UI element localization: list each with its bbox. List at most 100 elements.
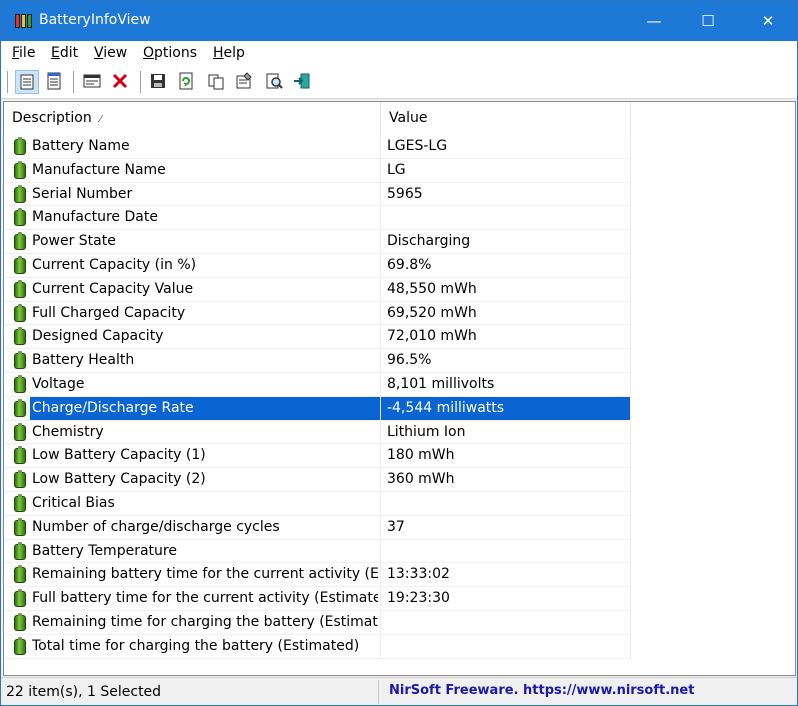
battery-icon [14, 255, 26, 274]
table-row[interactable]: Remaining battery time for the current a… [4, 563, 795, 588]
row-value: LG [387, 161, 406, 178]
exit-icon[interactable] [291, 70, 315, 94]
table-row[interactable]: Full battery time for the current activi… [4, 587, 795, 611]
table-row[interactable]: Battery Name LGES-LG [4, 135, 795, 159]
title-bar[interactable]: BatteryInfoView — ☐ ✕ [1, 1, 797, 41]
row-column-divider [380, 444, 381, 469]
row-value: 19:23:30 [387, 590, 450, 607]
copy-icon[interactable] [205, 70, 229, 94]
row-value [387, 540, 627, 564]
find-icon[interactable] [263, 70, 287, 94]
row-value: 13:33:02 [387, 566, 450, 583]
row-value: 5965 [387, 185, 423, 202]
battery-icon [14, 232, 26, 251]
row-column-divider [630, 301, 631, 326]
column-value[interactable]: Value [381, 102, 630, 135]
row-description: Remaining battery time for the current a… [32, 566, 378, 583]
row-value: 8,101 millivolts [387, 375, 495, 392]
row-value: LGES-LG [387, 138, 448, 154]
battery-icon [14, 517, 26, 536]
row-value [387, 206, 627, 230]
table-row[interactable]: Battery Temperature [4, 539, 795, 564]
row-value: 37 [387, 518, 405, 535]
column-header: Description ⁄ Value [4, 102, 795, 135]
table-row[interactable]: Manufacture Name LG [4, 158, 795, 183]
app-window: BatteryInfoView — ☐ ✕ File Edit View Opt… [0, 0, 798, 706]
row-column-divider [380, 563, 381, 588]
maximize-button[interactable]: ☐ [685, 1, 731, 41]
battery-icon [14, 541, 26, 560]
row-description: Designed Capacity [32, 328, 164, 345]
table-row[interactable]: Chemistry Lithium Ion [4, 420, 795, 445]
html-report-icon[interactable] [81, 70, 105, 94]
column-description[interactable]: Description ⁄ [4, 102, 380, 135]
column-divider[interactable] [630, 102, 631, 135]
table-row[interactable]: Current Capacity (in %) 69.8% [4, 253, 795, 278]
row-description: Manufacture Name [32, 161, 166, 178]
row-description: Battery Health [32, 352, 135, 369]
battery-icon [14, 137, 26, 155]
table-row[interactable]: Designed Capacity 72,010 mWh [4, 325, 795, 350]
close-button[interactable]: ✕ [745, 1, 791, 41]
row-description: Battery Temperature [32, 542, 177, 559]
table-row[interactable]: Battery Health 96.5% [4, 349, 795, 373]
delete-icon[interactable] [109, 70, 133, 94]
menu-help[interactable]: Help [213, 45, 245, 61]
row-column-divider [380, 634, 381, 659]
row-value: 180 mWh [387, 447, 455, 464]
row-description: Full battery time for the current activi… [32, 590, 378, 607]
battery-info-list[interactable]: Description ⁄ Value Battery Name LGES-LG Ma… [3, 101, 796, 676]
row-value [387, 635, 627, 659]
row-column-divider [380, 468, 381, 492]
table-row[interactable]: Serial Number 5965 [4, 182, 795, 207]
row-column-divider [380, 539, 381, 564]
menu-options[interactable]: Options [143, 45, 197, 61]
status-item-count: 22 item(s), 1 Selected [6, 684, 162, 700]
table-row[interactable]: Total time for charging the battery (Est… [4, 634, 795, 659]
row-description: Serial Number [32, 185, 133, 202]
toolbar-separator [7, 71, 8, 93]
table-row[interactable]: Voltage 8,101 millivolts [4, 372, 795, 397]
table-row[interactable]: Manufacture Date [4, 206, 795, 231]
table-row[interactable]: Low Battery Capacity (1) 180 mWh [4, 444, 795, 469]
table-row[interactable]: Critical Bias [4, 491, 795, 516]
row-description: Manufacture Date [32, 209, 158, 226]
row-column-divider [630, 325, 631, 350]
table-row[interactable]: Low Battery Capacity (2) 360 mWh [4, 468, 795, 492]
table-row[interactable]: Remaining time for charging the battery … [4, 610, 795, 635]
row-column-divider [630, 468, 631, 492]
row-value: 48,550 mWh [387, 280, 477, 297]
table-row[interactable]: Number of charge/discharge cycles 37 [4, 515, 795, 540]
row-column-divider [630, 277, 631, 302]
battery-icon [14, 589, 26, 608]
row-column-divider [380, 349, 381, 373]
row-column-divider [630, 253, 631, 278]
menu-file[interactable]: File [12, 45, 35, 61]
row-description: Voltage [32, 375, 85, 392]
nirsoft-link[interactable]: NirSoft Freeware. https://www.nirsoft.ne… [389, 683, 694, 698]
table-row[interactable]: Full Charged Capacity 69,520 mWh [4, 301, 795, 326]
properties-icon[interactable] [233, 70, 257, 94]
row-value: -4,544 milliwatts [387, 399, 505, 416]
row-column-divider [630, 135, 631, 159]
minimize-button[interactable]: — [631, 1, 677, 41]
battery-log-mode-icon[interactable] [43, 70, 67, 94]
row-column-divider [380, 253, 381, 278]
battery-icon [14, 565, 26, 584]
refresh-icon[interactable] [175, 70, 199, 94]
row-value: 72,010 mWh [387, 328, 477, 345]
toolbar-separator [73, 71, 74, 93]
battery-icon [14, 208, 26, 227]
table-row[interactable]: Power State Discharging [4, 230, 795, 254]
menu-view[interactable]: View [94, 45, 127, 61]
table-row[interactable]: Charge/Discharge Rate -4,544 milliwatts [4, 396, 795, 421]
table-row[interactable]: Current Capacity Value 48,550 mWh [4, 277, 795, 302]
row-value: Discharging [387, 233, 471, 250]
save-icon[interactable] [147, 70, 171, 94]
menu-edit[interactable]: Edit [51, 45, 78, 61]
battery-info-mode-icon[interactable] [15, 70, 39, 94]
menu-bar: File Edit View Options Help [1, 41, 797, 65]
row-column-divider [380, 420, 381, 445]
toolbar-separator [140, 71, 141, 93]
row-column-divider [630, 349, 631, 373]
